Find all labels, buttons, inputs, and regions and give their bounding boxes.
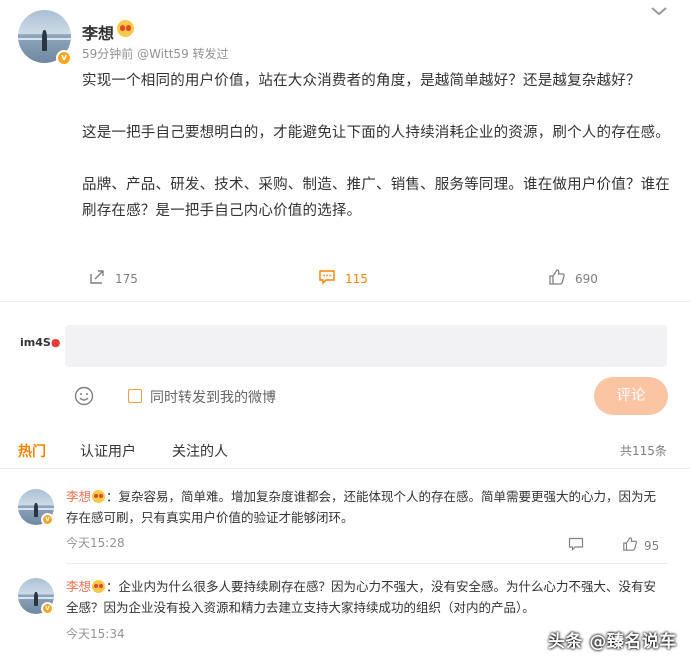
commenter-name[interactable]: 李想 [66,489,91,504]
comment-time: 今天15:28 [66,536,125,550]
post-paragraph: 品牌、产品、研发、技术、采购、制造、推广、销售、服务等同理。谁在做用户价值？谁在… [82,177,670,219]
comment-button[interactable]: 115 [318,268,368,289]
comment-like-count: 95 [644,538,660,553]
comment-text: ：复杂容易，简单难。增加复杂度谁都会，还能体现个人的存在感。简单需要更强大的心力… [66,489,657,525]
vip-emoji-icon [117,20,134,37]
like-button[interactable]: 690 [548,268,598,289]
comment-text-block: 李想 ：企业内为什么很多人要持续刷存在感？因为心力不强大，没有安全感。为什么心力不… [66,576,666,618]
post-body: 实现一个相同的用户价值，站在大众消费者的角度，是越简单越好？还是越复杂越好？ 这… [82,68,672,224]
repost-count: 175 [115,271,138,286]
comment-count: 115 [345,271,368,286]
comment-like-button[interactable]: 95 [622,536,659,555]
comment-text: ：企业内为什么很多人要持续刷存在感？因为心力不强大，没有安全感。为什么心力不强大… [66,579,657,615]
divider [66,563,668,564]
comment-input[interactable] [65,325,667,367]
commenter-name[interactable]: 李想 [66,579,91,594]
vip-emoji-icon [92,490,106,503]
comment-icon [318,268,336,289]
like-icon [548,268,566,289]
comment-text-block: 李想 ：复杂容易，简单难。增加复杂度谁都会，还能体现个人的存在感。简单需要更强大的… [66,486,666,528]
repost-button[interactable]: 175 [88,268,138,289]
chevron-down-icon[interactable] [650,5,670,21]
verified-badge-icon: v [56,50,72,66]
forward-label[interactable]: 同时转发到我的微博 [150,387,276,407]
like-count: 690 [575,271,598,286]
forward-checkbox[interactable] [128,389,142,403]
tab-following[interactable]: 关注的人 [172,441,228,461]
verified-badge-icon: v [41,602,54,615]
emoji-icon[interactable] [74,386,94,406]
comment-time: 今天15:34 [66,627,125,641]
repost-icon [88,268,106,289]
submit-comment-button[interactable]: 评论 [594,377,668,415]
vip-emoji-icon [92,580,106,593]
comment-total: 共115条 [620,444,667,458]
weibo-post: v 李想 59分钟前 @Witt59 转发过 实现一个相同的用户价值，站在大众消… [0,0,690,300]
user-logo[interactable]: im4S● [20,336,60,349]
verified-badge-icon: v [41,513,54,526]
post-meta: 59分钟前 @Witt59 转发过 [82,47,229,61]
tab-verified-users[interactable]: 认证用户 [80,441,136,461]
watermark: 头条 @臻名说车 [548,632,677,652]
divider [0,301,690,302]
post-paragraph: 实现一个相同的用户价值，站在大众消费者的角度，是越简单越好？还是越复杂越好？ [82,73,641,89]
divider [0,468,690,469]
like-icon [622,536,638,555]
tab-hot[interactable]: 热门 [18,441,46,461]
author-name[interactable]: 李想 [82,20,114,44]
reply-icon[interactable] [568,536,584,552]
post-paragraph: 这是一把手自己要想明白的，才能避免让下面的人持续消耗企业的资源，刷个人的存在感。 [82,125,670,141]
user-logo-text: im4S [20,336,51,349]
